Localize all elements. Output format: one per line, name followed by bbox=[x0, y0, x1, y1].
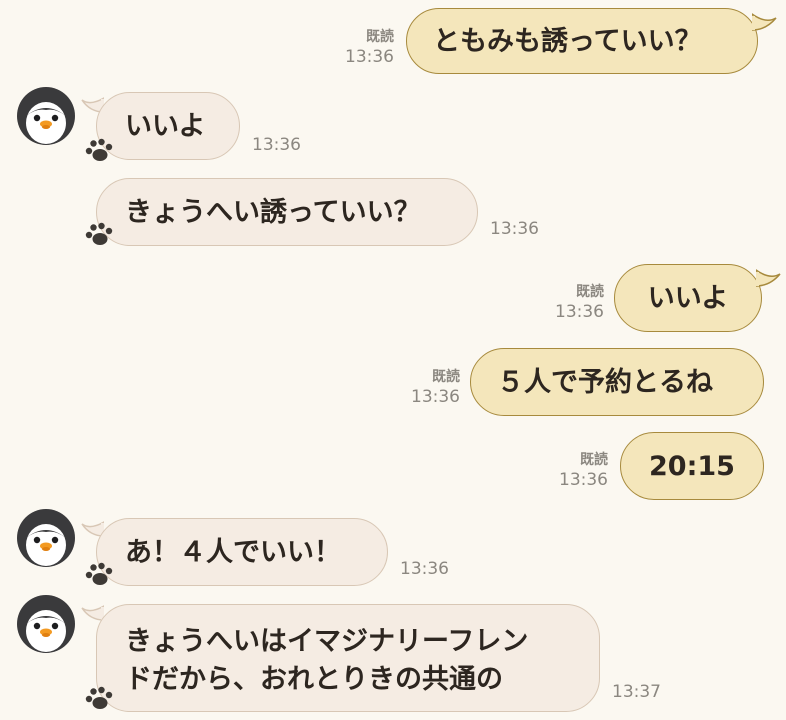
message-meta: 既読 13:36 bbox=[544, 451, 608, 491]
timestamp: 13:36 bbox=[252, 135, 301, 155]
penguin-avatar-icon[interactable] bbox=[16, 86, 76, 146]
paw-icon bbox=[84, 686, 114, 712]
message-bubble[interactable]: ５人で予約とるね bbox=[470, 348, 764, 416]
paw-icon bbox=[84, 562, 114, 588]
message-meta: 既読 13:36 bbox=[396, 368, 460, 408]
message-meta: 既読 13:36 bbox=[330, 28, 394, 68]
message-bubble[interactable]: 20:15 bbox=[620, 432, 764, 500]
read-receipt: 既読 bbox=[432, 369, 460, 385]
penguin-avatar-icon[interactable] bbox=[16, 508, 76, 568]
message-text: いいよ bbox=[647, 282, 729, 314]
timestamp: 13:36 bbox=[555, 302, 604, 322]
message-text: ５人で予約とるね bbox=[497, 366, 713, 398]
bubble-tail-icon bbox=[752, 13, 777, 31]
message-text: 20:15 bbox=[649, 450, 735, 482]
timestamp: 13:36 bbox=[345, 47, 394, 67]
message-bubble[interactable]: あ！４人でいい！ bbox=[96, 518, 388, 586]
read-receipt: 既読 bbox=[580, 452, 608, 468]
timestamp: 13:36 bbox=[400, 559, 449, 579]
message-text: あ！４人でいい！ bbox=[125, 536, 341, 568]
message-bubble[interactable]: きょうへいはイマジナリーフレン ドだから、おれとりきの共通の bbox=[96, 604, 600, 712]
bubble-tail-icon bbox=[756, 269, 781, 287]
message-bubble[interactable]: きょうへい誘っていい？ bbox=[96, 178, 478, 246]
timestamp: 13:36 bbox=[559, 470, 608, 490]
message-text: いいよ bbox=[125, 110, 206, 142]
paw-icon bbox=[84, 222, 114, 248]
message-bubble[interactable]: いいよ bbox=[96, 92, 240, 160]
timestamp: 13:36 bbox=[411, 387, 460, 407]
read-receipt: 既読 bbox=[576, 284, 604, 300]
paw-icon bbox=[84, 138, 114, 164]
timestamp: 13:37 bbox=[612, 682, 661, 702]
message-text-line: ドだから、おれとりきの共通の bbox=[125, 664, 503, 695]
message-text-line: きょうへいはイマジナリーフレン bbox=[125, 626, 529, 657]
read-receipt: 既読 bbox=[366, 29, 394, 45]
penguin-avatar-icon[interactable] bbox=[16, 594, 76, 654]
message-meta: 既読 13:36 bbox=[540, 283, 604, 323]
message-bubble[interactable]: いいよ bbox=[614, 264, 762, 332]
message-bubble[interactable]: ともみも誘っていい？ bbox=[406, 8, 758, 74]
timestamp: 13:36 bbox=[490, 219, 539, 239]
message-text: きょうへい誘っていい？ bbox=[125, 196, 421, 228]
message-text: ともみも誘っていい？ bbox=[433, 25, 702, 57]
